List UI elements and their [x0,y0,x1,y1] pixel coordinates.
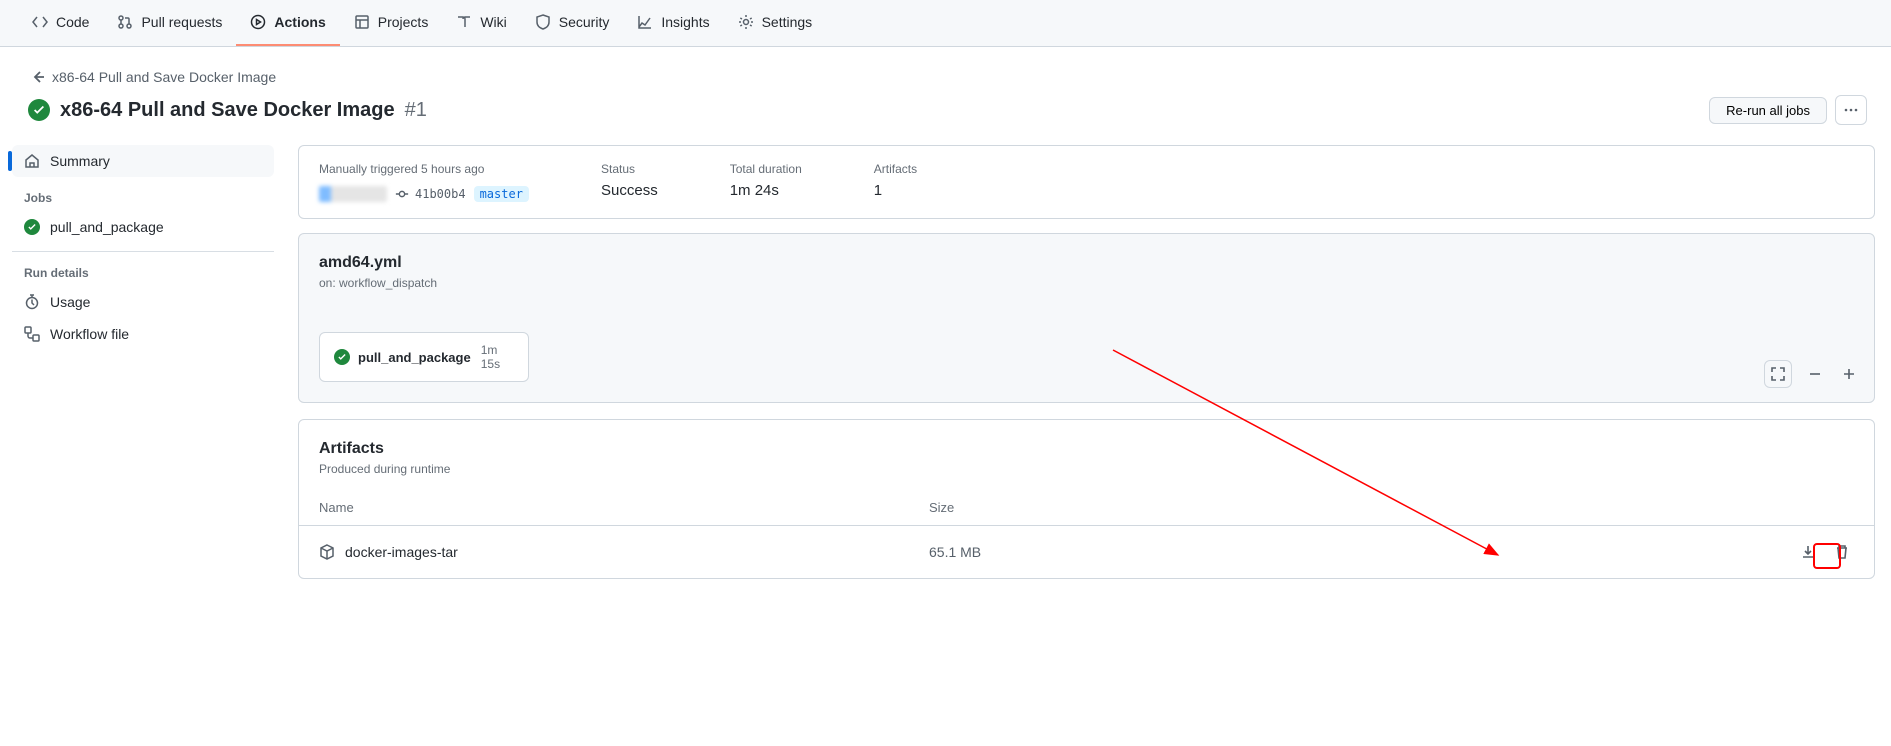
workflow-job-duration: 1m 15s [481,343,514,371]
branch-tag[interactable]: master [474,186,529,202]
run-menu-button[interactable] [1835,95,1867,125]
run-title: x86-64 Pull and Save Docker Image [60,99,395,122]
tab-code-label: Code [56,14,89,30]
trash-icon [1834,544,1850,560]
sidebar: Summary Jobs pull_and_package Run detail… [12,145,274,579]
artifacts-title: Artifacts [319,440,1854,458]
commit-sha[interactable]: 41b00b4 [415,187,466,201]
tab-settings-label: Settings [762,14,813,30]
package-icon [319,544,335,560]
home-icon [24,153,40,169]
artifact-name[interactable]: docker-images-tar [345,544,458,560]
artifacts-card: Artifacts Produced during runtime Name S… [298,419,1875,579]
play-circle-icon [250,14,266,30]
trigger-text: Manually triggered 5 hours ago [319,162,529,176]
sidebar-item-usage[interactable]: Usage [12,286,274,318]
code-icon [32,14,48,30]
run-number: #1 [405,99,427,122]
arrow-left-icon [30,69,46,85]
workflow-trigger: on: workflow_dispatch [319,276,1854,290]
plus-icon [1841,366,1857,382]
dash-icon [1807,366,1823,382]
download-artifact-button[interactable] [1796,540,1820,564]
workflow-job-name: pull_and_package [358,350,471,365]
sidebar-usage-label: Usage [50,294,90,310]
tab-security-label: Security [559,14,610,30]
run-status-success-icon [28,99,50,121]
th-name: Name [319,500,929,515]
workflow-icon [24,326,40,342]
tab-pulls-label: Pull requests [141,14,222,30]
job-status-success-icon [334,349,350,365]
tab-pulls[interactable]: Pull requests [103,0,236,46]
breadcrumb-back[interactable]: x86-64 Pull and Save Docker Image [16,63,1875,91]
book-icon [456,14,472,30]
artifacts-count-label: Artifacts [874,162,917,176]
breadcrumb-parent-label: x86-64 Pull and Save Docker Image [52,69,276,85]
repo-tabnav: Code Pull requests Actions Projects Wiki… [0,0,1891,47]
artifacts-table-head: Name Size [299,490,1874,525]
artifact-row: docker-images-tar 65.1 MB [299,525,1874,578]
sidebar-summary-label: Summary [50,153,110,169]
th-size: Size [929,500,1429,515]
workflow-job-chip[interactable]: pull_and_package 1m 15s [319,332,529,382]
tab-actions-label: Actions [274,14,325,30]
download-icon [1800,544,1816,560]
title-row: x86-64 Pull and Save Docker Image #1 Re-… [16,91,1875,125]
sidebar-heading-jobs: Jobs [12,177,274,211]
graph-zoom-in-button[interactable] [1838,363,1860,385]
duration-value: 1m 24s [730,182,802,199]
status-value: Success [601,182,658,199]
graph-zoom-out-button[interactable] [1804,363,1826,385]
sidebar-workflow-file-label: Workflow file [50,326,129,342]
sidebar-item-workflow-file[interactable]: Workflow file [12,318,274,350]
rerun-all-button[interactable]: Re-run all jobs [1709,97,1827,124]
tab-code[interactable]: Code [18,0,103,46]
graph-fullscreen-button[interactable] [1764,360,1792,388]
tab-insights-label: Insights [661,14,709,30]
tab-wiki[interactable]: Wiki [442,0,520,46]
shield-icon [535,14,551,30]
sidebar-heading-run-details: Run details [12,252,274,286]
tab-projects-label: Projects [378,14,429,30]
artifacts-subtitle: Produced during runtime [319,462,1854,476]
actor-avatar [319,186,387,202]
tab-insights[interactable]: Insights [623,0,723,46]
workflow-card: amd64.yml on: workflow_dispatch pull_and… [298,233,1875,403]
status-label: Status [601,162,658,176]
graph-icon [637,14,653,30]
artifacts-count-value: 1 [874,182,917,199]
gear-icon [738,14,754,30]
tab-settings[interactable]: Settings [724,0,827,46]
sidebar-item-summary[interactable]: Summary [12,145,274,177]
workflow-filename: amd64.yml [319,254,1854,272]
delete-artifact-button[interactable] [1830,540,1854,564]
kebab-horizontal-icon [1843,102,1859,118]
tab-projects[interactable]: Projects [340,0,443,46]
run-meta-card: Manually triggered 5 hours ago 41b00b4 m… [298,145,1875,219]
job-status-success-icon [24,219,40,235]
sidebar-item-job[interactable]: pull_and_package [12,211,274,243]
stopwatch-icon [24,294,40,310]
screen-full-icon [1770,366,1786,382]
sidebar-job-label: pull_and_package [50,219,164,235]
git-pull-request-icon [117,14,133,30]
tab-security[interactable]: Security [521,0,624,46]
duration-label: Total duration [730,162,802,176]
table-icon [354,14,370,30]
git-commit-icon [395,187,409,201]
artifact-size: 65.1 MB [929,544,1429,560]
tab-actions[interactable]: Actions [236,0,339,46]
tab-wiki-label: Wiki [480,14,506,30]
